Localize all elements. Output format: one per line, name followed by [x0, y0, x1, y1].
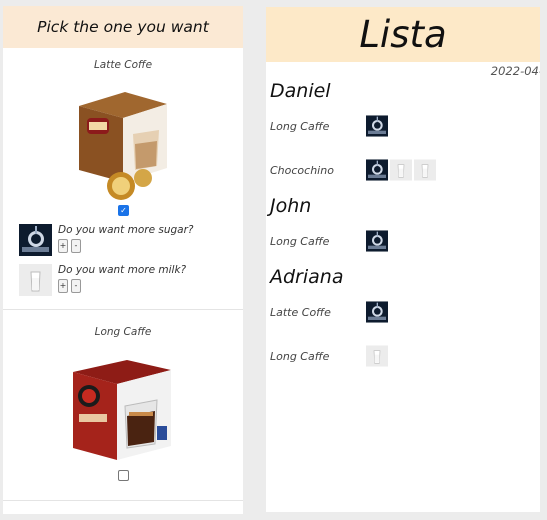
picker-header: Pick the one you want [3, 6, 243, 48]
sugar-thumbnail [366, 301, 388, 323]
product-card-long-caffe: Long Caffe [3, 310, 243, 501]
milk-thumbnail [366, 345, 388, 367]
milk-thumbnail [414, 159, 436, 181]
product-select-checkbox[interactable]: ✓ [118, 205, 129, 216]
product-select-checkbox[interactable] [118, 470, 129, 481]
product-title: Long Caffe [94, 326, 152, 338]
order-drink: Long Caffe [270, 234, 330, 248]
order-row: Chocochino [270, 158, 436, 182]
order-drink: Latte Coffe [270, 305, 331, 319]
product-picker-panel: Pick the one you want Latte Coffe ✓ Do y… [3, 6, 243, 514]
order-row: Long Caffe [270, 229, 388, 253]
order-drink: Chocochino [270, 163, 334, 177]
long-caffe-box-image [73, 360, 171, 460]
list-date: 2022-04- [490, 64, 540, 78]
person-name: Daniel [270, 80, 331, 102]
sugar-option: Do you want more sugar? + - [19, 224, 239, 256]
sugar-thumbnail [366, 230, 388, 252]
person-name: John [270, 195, 312, 217]
product-card-latte: Latte Coffe ✓ Do you want more sugar? + … [3, 48, 243, 310]
milk-thumbnail [390, 159, 412, 181]
product-title: Latte Coffe [93, 59, 153, 71]
order-row: Long Caffe [270, 344, 388, 368]
list-title: Lista [266, 7, 540, 62]
sugar-thumbnail [19, 224, 52, 256]
order-list-panel: Lista 2022-04- Daniel Long Caffe Chococh… [266, 7, 540, 512]
sugar-minus-button[interactable]: - [71, 239, 81, 253]
order-drink: Long Caffe [270, 119, 330, 133]
order-drink: Long Caffe [270, 349, 330, 363]
order-row: Long Caffe [270, 114, 388, 138]
order-row: Latte Coffe [270, 300, 388, 324]
sugar-thumbnail [366, 159, 388, 181]
milk-plus-button[interactable]: + [58, 279, 68, 293]
person-name: Adriana [270, 266, 344, 288]
sugar-plus-button[interactable]: + [58, 239, 68, 253]
milk-thumbnail [19, 264, 52, 296]
milk-question: Do you want more milk? [58, 264, 187, 276]
sugar-question: Do you want more sugar? [58, 224, 194, 236]
sugar-thumbnail [366, 115, 388, 137]
latte-coffee-box-image [79, 92, 167, 200]
milk-option: Do you want more milk? + - [19, 264, 239, 296]
milk-minus-button[interactable]: - [71, 279, 81, 293]
